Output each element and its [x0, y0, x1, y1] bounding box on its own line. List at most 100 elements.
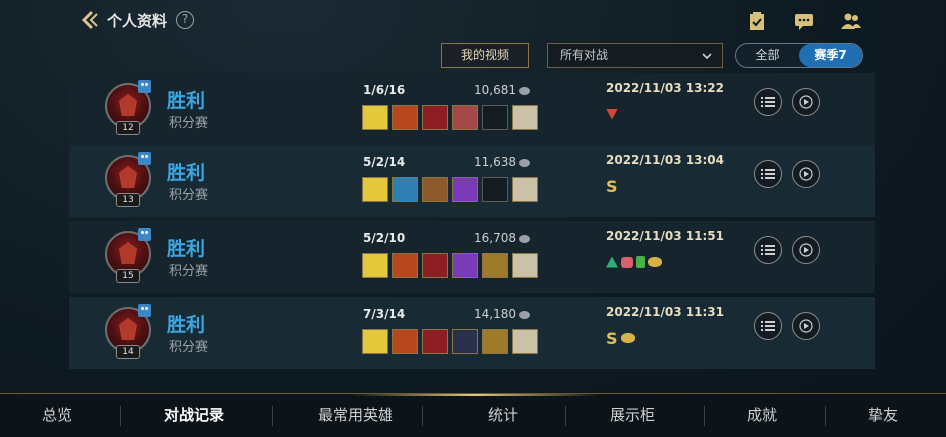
- tab-friends[interactable]: 挚友: [868, 404, 898, 425]
- item-slots: [362, 253, 538, 278]
- item-icon: [482, 329, 508, 354]
- replay-button[interactable]: [792, 160, 820, 188]
- chat-icon[interactable]: [793, 10, 815, 32]
- hero-level: 12: [116, 121, 140, 135]
- item-slots: [362, 177, 538, 202]
- party-icon: [138, 304, 151, 317]
- kda: 1/6/16: [363, 83, 406, 97]
- page-title: 个人资料: [107, 12, 168, 30]
- match-mode: 积分赛: [169, 264, 209, 279]
- item-icon: [392, 105, 418, 130]
- nav-divider: [565, 406, 566, 426]
- friends-icon[interactable]: [840, 10, 862, 32]
- replay-button[interactable]: [792, 88, 820, 116]
- match-time: 2022/11/03 11:31: [606, 305, 724, 319]
- match-time: 2022/11/03 13:22: [606, 81, 724, 95]
- item-icon: [392, 177, 418, 202]
- item-slots: [362, 329, 538, 354]
- nav-divider: [120, 406, 121, 426]
- match-row[interactable]: 14 胜利 积分赛 7/3/14 14,180 2022/11/03 11:31…: [69, 297, 875, 369]
- nav-divider: [422, 406, 423, 426]
- item-icon: [512, 105, 538, 130]
- tab-achievements[interactable]: 成就: [747, 404, 777, 425]
- replay-button[interactable]: [792, 236, 820, 264]
- list-icon: [761, 169, 775, 179]
- match-row[interactable]: 13 胜利 积分赛 5/2/14 11,638 2022/11/03 13:04…: [69, 145, 875, 217]
- item-icon: [362, 177, 388, 202]
- tab-match-history[interactable]: 对战记录: [164, 404, 224, 425]
- badges: [606, 253, 662, 271]
- gold-coin-icon: [519, 234, 530, 243]
- match-type-select[interactable]: 所有对战: [547, 43, 723, 68]
- play-icon: [799, 95, 813, 109]
- gold-value: 14,180: [474, 307, 516, 321]
- details-button[interactable]: [754, 312, 782, 340]
- item-slots: [362, 105, 538, 130]
- badge-icon: [621, 256, 633, 268]
- season-7-tab[interactable]: 赛季7: [799, 44, 862, 67]
- details-button[interactable]: [754, 160, 782, 188]
- item-icon: [362, 253, 388, 278]
- list-icon: [761, 245, 775, 255]
- tab-stats[interactable]: 统计: [488, 404, 518, 425]
- gold-earned: 14,180: [474, 307, 530, 321]
- badge-icon: [636, 256, 645, 268]
- play-icon: [799, 243, 813, 257]
- nav-divider: [704, 406, 705, 426]
- badges: S: [606, 176, 618, 196]
- season-all-tab[interactable]: 全部: [736, 44, 799, 67]
- nav-divider: [825, 406, 826, 426]
- help-icon[interactable]: ?: [176, 11, 194, 29]
- party-icon: [138, 152, 151, 165]
- gold-value: 10,681: [474, 83, 516, 97]
- match-result: 胜利: [167, 90, 206, 112]
- gold-value: 11,638: [474, 155, 516, 169]
- gold-earned: 10,681: [474, 83, 530, 97]
- match-row[interactable]: 12 胜利 积分赛 1/6/16 10,681 2022/11/03 13:22: [69, 73, 875, 145]
- match-mode: 积分赛: [169, 188, 209, 203]
- kda: 5/2/10: [363, 231, 406, 245]
- list-icon: [761, 97, 775, 107]
- item-icon: [452, 253, 478, 278]
- tab-overview[interactable]: 总览: [42, 404, 72, 425]
- hero-level: 13: [116, 193, 140, 207]
- party-icon: [138, 80, 151, 93]
- my-videos-button[interactable]: 我的视频: [441, 43, 529, 68]
- match-type-value: 所有对战: [560, 48, 609, 62]
- badge-icon: [606, 256, 618, 268]
- badge-icon: [606, 108, 618, 120]
- item-icon: [422, 253, 448, 278]
- filter-bar: 我的视频 所有对战 全部 赛季7: [0, 42, 946, 70]
- grade-badge: S: [606, 176, 618, 196]
- match-result: 胜利: [167, 314, 206, 336]
- coins-icon: [620, 333, 635, 343]
- chevron-down-icon: [702, 53, 712, 60]
- coins-icon: [648, 257, 662, 267]
- item-icon: [392, 253, 418, 278]
- details-button[interactable]: [754, 88, 782, 116]
- badges: S: [606, 328, 635, 348]
- clipboard-icon[interactable]: [746, 10, 768, 32]
- item-icon: [422, 177, 448, 202]
- item-icon: [392, 329, 418, 354]
- gold-coin-icon: [519, 310, 530, 319]
- list-icon: [761, 321, 775, 331]
- match-result: 胜利: [167, 238, 206, 260]
- bottom-nav: 总览 对战记录 最常用英雄 统计 展示柜 成就 挚友: [0, 393, 946, 437]
- tab-top-heroes[interactable]: 最常用英雄: [318, 404, 393, 425]
- play-icon: [799, 319, 813, 333]
- badges: [606, 105, 618, 123]
- back-arrow-icon[interactable]: [78, 9, 100, 31]
- hero-level: 15: [116, 269, 140, 283]
- play-icon: [799, 167, 813, 181]
- item-icon: [362, 105, 388, 130]
- grade-badge: S: [606, 328, 618, 348]
- match-row[interactable]: 15 胜利 积分赛 5/2/10 16,708 2022/11/03 11:51: [69, 221, 875, 293]
- tab-showcase[interactable]: 展示柜: [610, 404, 655, 425]
- nav-divider: [272, 406, 273, 426]
- replay-button[interactable]: [792, 312, 820, 340]
- gold-earned: 16,708: [474, 231, 530, 245]
- empty-item-slot: [482, 177, 508, 202]
- item-icon: [422, 329, 448, 354]
- details-button[interactable]: [754, 236, 782, 264]
